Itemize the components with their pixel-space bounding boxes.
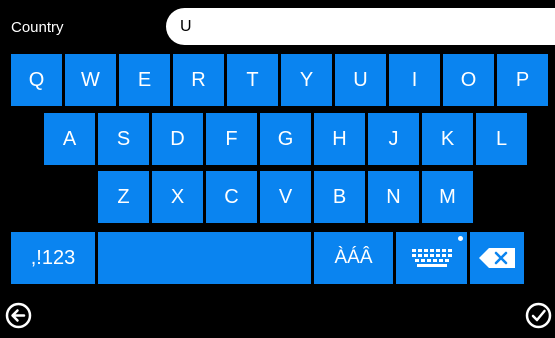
country-input[interactable]: U — [166, 8, 555, 45]
country-label: Country — [11, 19, 64, 36]
back-arrow-icon[interactable] — [5, 302, 32, 329]
key-o[interactable]: O — [443, 54, 494, 106]
key-e[interactable]: E — [119, 54, 170, 106]
key-y[interactable]: Y — [281, 54, 332, 106]
key-z[interactable]: Z — [98, 171, 149, 223]
backspace-key[interactable] — [470, 232, 524, 284]
key-g[interactable]: G — [260, 113, 311, 165]
key-row-bottom: ,!123 ÀÁÂ — [11, 232, 524, 284]
key-w[interactable]: W — [65, 54, 116, 106]
symbols-key[interactable]: ,!123 — [11, 232, 95, 284]
key-f[interactable]: F — [206, 113, 257, 165]
key-m[interactable]: M — [422, 171, 473, 223]
accents-key[interactable]: ÀÁÂ — [314, 232, 393, 284]
key-r[interactable]: R — [173, 54, 224, 106]
keyboard-toggle-key[interactable] — [396, 232, 467, 284]
key-q[interactable]: Q — [11, 54, 62, 106]
key-n[interactable]: N — [368, 171, 419, 223]
key-row-1: Q W E R T Y U I O P — [11, 54, 548, 106]
key-u[interactable]: U — [335, 54, 386, 106]
key-j[interactable]: J — [368, 113, 419, 165]
indicator-dot — [458, 236, 463, 241]
key-a[interactable]: A — [44, 113, 95, 165]
key-d[interactable]: D — [152, 113, 203, 165]
key-b[interactable]: B — [314, 171, 365, 223]
key-x[interactable]: X — [152, 171, 203, 223]
key-s[interactable]: S — [98, 113, 149, 165]
key-row-2: A S D F G H J K L — [44, 113, 530, 165]
key-h[interactable]: H — [314, 113, 365, 165]
key-c[interactable]: C — [206, 171, 257, 223]
key-l[interactable]: L — [476, 113, 527, 165]
key-i[interactable]: I — [389, 54, 440, 106]
key-row-3: Z X C V B N M — [98, 171, 476, 223]
keyboard-icon — [411, 249, 452, 267]
key-p[interactable]: P — [497, 54, 548, 106]
key-v[interactable]: V — [260, 171, 311, 223]
checkmark-icon[interactable] — [525, 302, 552, 329]
backspace-icon — [479, 248, 515, 268]
key-k[interactable]: K — [422, 113, 473, 165]
key-t[interactable]: T — [227, 54, 278, 106]
space-key[interactable] — [98, 232, 311, 284]
